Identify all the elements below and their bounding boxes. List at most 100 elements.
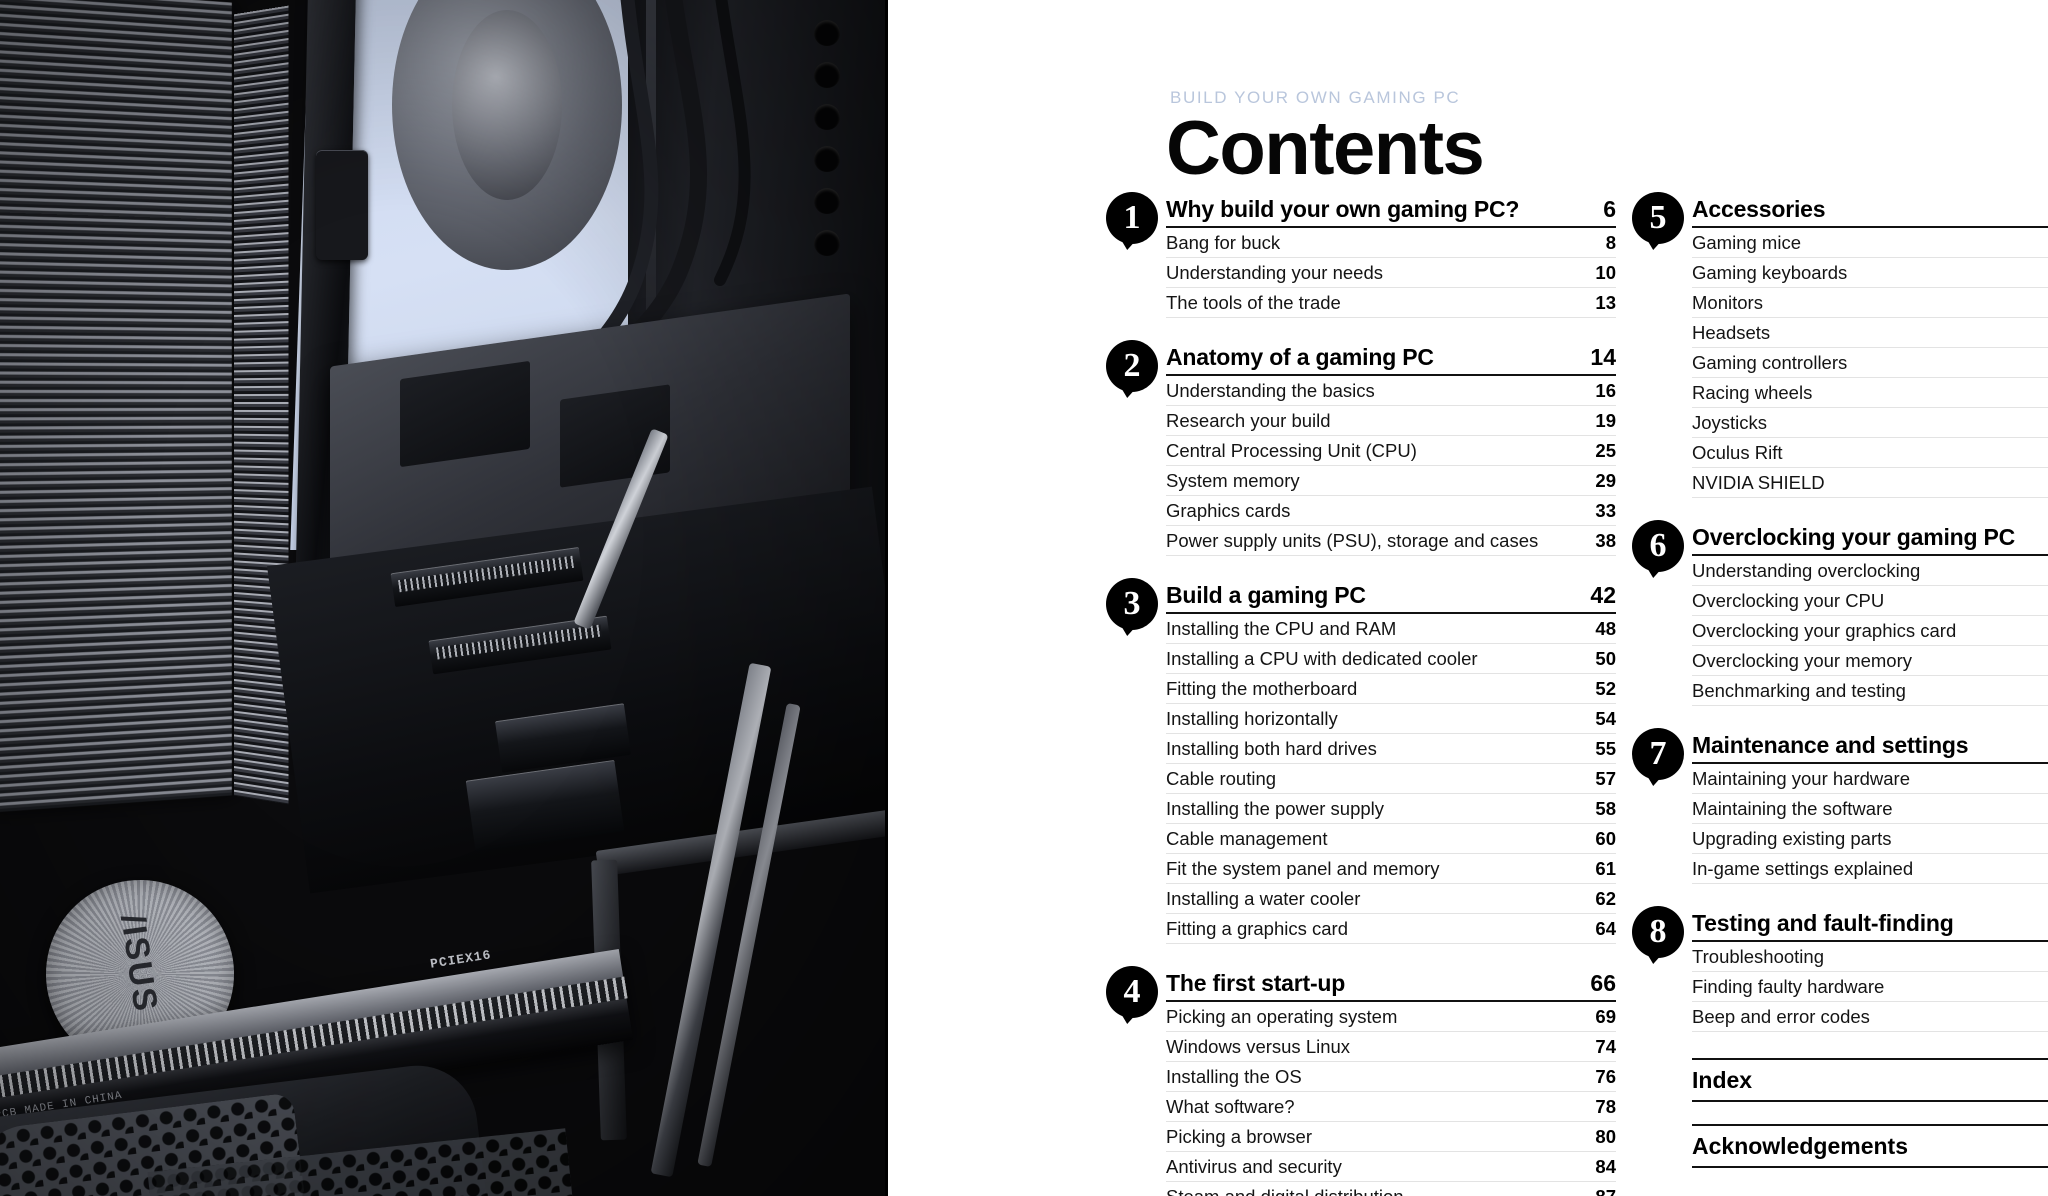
contents-entry-row[interactable]: Antivirus and security 84 bbox=[1166, 1152, 1616, 1182]
contents-entry-row[interactable]: Oculus Rift114 bbox=[1692, 438, 2048, 468]
pciex16-label: PCIEX16 bbox=[429, 947, 493, 972]
contents-entry-row[interactable]: Installing a water cooler 62 bbox=[1166, 884, 1616, 914]
contents-entry-row[interactable]: Fitting the motherboard 52 bbox=[1166, 674, 1616, 704]
entry-page-number: 54 bbox=[1595, 708, 1616, 729]
chapter-heading-row[interactable]: Maintenance and settings142 bbox=[1692, 732, 2048, 764]
contents-entry-row[interactable]: Bang for buck 8 bbox=[1166, 228, 1616, 258]
entry-title: Installing a CPU with dedicated cooler bbox=[1166, 648, 1478, 669]
entry-title: Antivirus and security bbox=[1166, 1156, 1342, 1177]
contents-entry-row[interactable]: Picking a browser 80 bbox=[1166, 1122, 1616, 1152]
contents-entry-row[interactable]: Gaming mice97 bbox=[1692, 228, 2048, 258]
contents-entry-row[interactable]: Racing wheels110 bbox=[1692, 378, 2048, 408]
entry-title: The tools of the trade bbox=[1166, 292, 1341, 313]
contents-entry-row[interactable]: Gaming controllers108 bbox=[1692, 348, 2048, 378]
contents-entry-row[interactable]: Power supply units (PSU), storage and ca… bbox=[1166, 526, 1616, 556]
contents-extra-section: Index170 bbox=[1692, 1058, 2048, 1102]
contents-entry-row[interactable]: Installing a CPU with dedicated cooler 50 bbox=[1166, 644, 1616, 674]
contents-entry-row[interactable]: Steam and digital distribution 87 bbox=[1166, 1182, 1616, 1196]
chapter-title: Maintenance and settings bbox=[1692, 732, 1969, 758]
contents-entry-row[interactable]: Maintaining your hardware144 bbox=[1692, 764, 2048, 794]
entry-page-number: 80 bbox=[1595, 1126, 1616, 1147]
entry-title: Oculus Rift bbox=[1692, 442, 1783, 463]
contents-entry-row[interactable]: Research your build 19 bbox=[1166, 406, 1616, 436]
chapter-section: 4 The first start-up 66 Picking an operatin… bbox=[1106, 966, 1616, 1196]
chapter-number-badge: 3 bbox=[1106, 578, 1158, 630]
contents-entry-row[interactable]: Maintaining the software146 bbox=[1692, 794, 2048, 824]
contents-entry-row[interactable]: Upgrading existing parts150 bbox=[1692, 824, 2048, 854]
chapter-heading-row[interactable]: Anatomy of a gaming PC 14 bbox=[1166, 344, 1616, 376]
entry-title: Racing wheels bbox=[1692, 382, 1813, 403]
contents-entry-row[interactable]: Joysticks112 bbox=[1692, 408, 2048, 438]
contents-entry-row[interactable]: NVIDIA SHIELD117 bbox=[1692, 468, 2048, 498]
contents-entry-row[interactable]: Picking an operating system 69 bbox=[1166, 1002, 1616, 1032]
chapter-section: 7Maintenance and settings142Maintaining … bbox=[1632, 728, 2048, 884]
chapter-heading-row[interactable]: Why build your own gaming PC? 6 bbox=[1166, 196, 1616, 228]
entry-title: Cable routing bbox=[1166, 768, 1277, 789]
page-title: Contents bbox=[1166, 106, 1485, 191]
entry-title: Overclocking your graphics card bbox=[1692, 620, 1957, 641]
entry-title: Installing the CPU and RAM bbox=[1166, 618, 1397, 639]
contents-entry-row[interactable]: Troubleshooting158 bbox=[1692, 942, 2048, 972]
entry-page-number: 69 bbox=[1595, 1006, 1616, 1027]
contents-entry-row[interactable]: Beep and error codes165 bbox=[1692, 1002, 2048, 1032]
entry-title: Fitting a graphics card bbox=[1166, 918, 1349, 939]
contents-entry-row[interactable]: System memory 29 bbox=[1166, 466, 1616, 496]
chapter-title: Anatomy of a gaming PC bbox=[1166, 344, 1434, 370]
entry-title: System memory bbox=[1166, 470, 1300, 491]
entry-title: Installing the OS bbox=[1166, 1066, 1302, 1087]
entry-title: Power supply units (PSU), storage and ca… bbox=[1166, 530, 1539, 551]
chapter-title: Why build your own gaming PC? bbox=[1166, 196, 1520, 222]
contents-entry-row[interactable]: Overclocking your memory134 bbox=[1692, 646, 2048, 676]
entry-title: Steam and digital distribution bbox=[1166, 1186, 1404, 1196]
entry-title: Fitting the motherboard bbox=[1166, 678, 1358, 699]
chapter-title: The first start-up bbox=[1166, 970, 1346, 996]
contents-entry-row[interactable]: Understanding the basics 16 bbox=[1166, 376, 1616, 406]
contents-entry-row[interactable]: The tools of the trade 13 bbox=[1166, 288, 1616, 318]
contents-entry-row[interactable]: Windows versus Linux 74 bbox=[1166, 1032, 1616, 1062]
contents-entry-row[interactable]: Central Processing Unit (CPU) 25 bbox=[1166, 436, 1616, 466]
contents-entry-row[interactable]: Finding faulty hardware161 bbox=[1692, 972, 2048, 1002]
contents-entry-row[interactable]: What software? 78 bbox=[1166, 1092, 1616, 1122]
chapter-heading-row[interactable]: The first start-up 66 bbox=[1166, 970, 1616, 1002]
entry-title: Gaming controllers bbox=[1692, 352, 1848, 373]
contents-entry-row[interactable]: Understanding overclocking123 bbox=[1692, 556, 2048, 586]
entry-title: What software? bbox=[1166, 1096, 1295, 1117]
entry-title: Joysticks bbox=[1692, 412, 1768, 433]
contents-entry-row[interactable]: Installing the power supply 58 bbox=[1166, 794, 1616, 824]
contents-entry-row[interactable]: Fitting a graphics card 64 bbox=[1166, 914, 1616, 944]
entry-title: Upgrading existing parts bbox=[1692, 828, 1892, 849]
contents-entry-row[interactable]: Installing the OS 76 bbox=[1166, 1062, 1616, 1092]
contents-extra-row[interactable]: Acknowledgements172 bbox=[1692, 1124, 2048, 1168]
contents-entry-row[interactable]: Benchmarking and testing138 bbox=[1692, 676, 2048, 706]
entry-page-number: 29 bbox=[1595, 470, 1616, 491]
contents-entry-row[interactable]: Fit the system panel and memory 61 bbox=[1166, 854, 1616, 884]
contents-entry-row[interactable]: Monitors102 bbox=[1692, 288, 2048, 318]
chapter-heading-row[interactable]: Overclocking your gaming PC120 bbox=[1692, 524, 2048, 556]
extra-title: Index bbox=[1692, 1067, 1753, 1093]
contents-entry-row[interactable]: Installing horizontally 54 bbox=[1166, 704, 1616, 734]
contents-extra-row[interactable]: Index170 bbox=[1692, 1058, 2048, 1102]
chapter-heading-row[interactable]: Accessories94 bbox=[1692, 196, 2048, 228]
contents-entry-row[interactable]: Overclocking your CPU126 bbox=[1692, 586, 2048, 616]
contents-entry-row[interactable]: Overclocking your graphics card130 bbox=[1692, 616, 2048, 646]
contents-entry-row[interactable]: Graphics cards 33 bbox=[1166, 496, 1616, 526]
chapter-heading-row[interactable]: Testing and fault-finding156 bbox=[1692, 910, 2048, 942]
chapter-number-badge: 5 bbox=[1632, 192, 1684, 244]
contents-entry-row[interactable]: Headsets105 bbox=[1692, 318, 2048, 348]
entry-title: Overclocking your CPU bbox=[1692, 590, 1885, 611]
contents-column-left: 1 Why build your own gaming PC? 6 Bang for … bbox=[1106, 192, 1616, 1196]
contents-entry-row[interactable]: Installing both hard drives 55 bbox=[1166, 734, 1616, 764]
contents-entry-row[interactable]: Gaming keyboards99 bbox=[1692, 258, 2048, 288]
contents-columns: 1 Why build your own gaming PC? 6 Bang for … bbox=[1106, 192, 2048, 1196]
contents-entry-row[interactable]: In-game settings explained153 bbox=[1692, 854, 2048, 884]
contents-entry-row[interactable]: Cable routing 57 bbox=[1166, 764, 1616, 794]
chapter-section: 8Testing and fault-finding156Troubleshoo… bbox=[1632, 906, 2048, 1032]
chapter-heading-row[interactable]: Build a gaming PC 42 bbox=[1166, 582, 1616, 614]
contents-entry-row[interactable]: Understanding your needs 10 bbox=[1166, 258, 1616, 288]
contents-entry-row[interactable]: Installing the CPU and RAM 48 bbox=[1166, 614, 1616, 644]
contents-entry-row[interactable]: Cable management 60 bbox=[1166, 824, 1616, 854]
entry-page-number: 52 bbox=[1595, 678, 1616, 699]
entry-page-number: 16 bbox=[1595, 380, 1616, 401]
entry-title: Graphics cards bbox=[1166, 500, 1291, 521]
entry-title: Bang for buck bbox=[1166, 232, 1281, 253]
